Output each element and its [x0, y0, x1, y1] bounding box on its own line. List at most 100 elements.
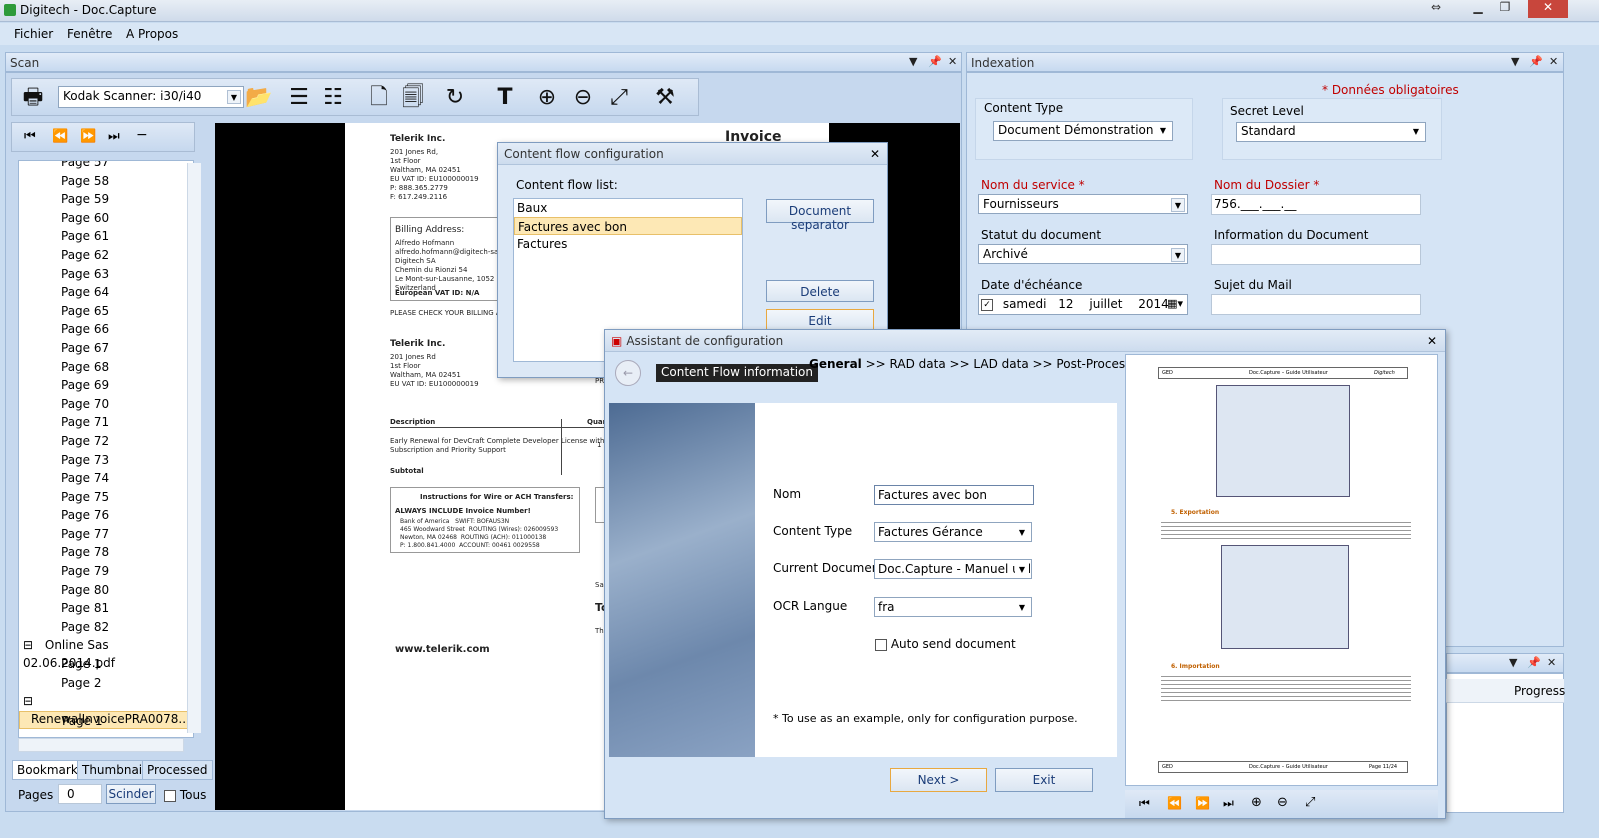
edit-button[interactable]: Edit — [766, 309, 874, 331]
tree-page[interactable]: Page 71 — [19, 413, 193, 432]
remove-icon[interactable]: − — [136, 127, 148, 143]
split-button[interactable]: Scinder — [106, 784, 156, 804]
rotate-icon[interactable]: ↻ — [440, 83, 470, 113]
fit-screen-icon[interactable]: ⤢ — [604, 83, 634, 113]
dropdown-icon[interactable]: ▼ — [1509, 656, 1517, 669]
close-button[interactable]: ✕ — [1528, 0, 1568, 18]
tree-page[interactable]: Page 57 — [19, 161, 193, 172]
flow-list-item-selected[interactable]: Factures avec bon — [514, 217, 742, 235]
all-checkbox[interactable]: Tous — [164, 788, 206, 802]
fit-screen-icon[interactable]: ⤢ — [1305, 795, 1315, 810]
tree-page[interactable]: Page 74 — [19, 469, 193, 488]
exit-button[interactable]: Exit — [995, 768, 1093, 792]
flow-list-item[interactable]: Baux — [514, 199, 742, 217]
auto-send-checkbox[interactable]: Auto send document — [875, 637, 1016, 651]
progress-column-header[interactable]: Progress — [1446, 679, 1565, 703]
tree-page[interactable]: Page 79 — [19, 562, 193, 581]
tree-group-online[interactable]: ⊟ Online Sas 02.06.2014.pdf — [19, 636, 193, 670]
last-page-icon[interactable]: ⏭ — [1223, 796, 1234, 811]
service-select[interactable]: Fournisseurs ▼ — [978, 194, 1188, 214]
nom-input[interactable]: Factures avec bon — [874, 485, 1034, 505]
first-page-icon[interactable]: ⏮ — [24, 129, 36, 144]
vertical-scrollbar[interactable] — [187, 163, 201, 733]
cd-select[interactable]: Doc.Capture - Manuel utilis ▼ — [874, 559, 1032, 579]
tree-page[interactable]: Page 80 — [19, 581, 193, 600]
date-picker[interactable]: ✓ samedi 12 juillet 2014 ▦▾ — [978, 294, 1188, 315]
document-separator-button[interactable]: Document separator — [766, 199, 874, 232]
zoom-out-icon[interactable]: ⊖ — [1277, 795, 1288, 810]
pages-spinner[interactable]: 0 — [58, 784, 102, 804]
maximize-button[interactable]: ❐ — [1492, 0, 1518, 18]
secret-level-select[interactable]: Standard ▼ — [1236, 122, 1426, 142]
tree-group-renewal[interactable]: ⊟ RenewalInvoicePRA0078... — [19, 692, 193, 726]
tree-page[interactable]: Page 68 — [19, 358, 193, 377]
flow-list-item[interactable]: Factures — [514, 235, 742, 253]
scanner-select[interactable]: Kodak Scanner: i30/i40 ▼ — [58, 86, 244, 108]
pin-icon[interactable]: 📌 — [1527, 656, 1541, 669]
tree-page[interactable]: Page 66 — [19, 320, 193, 339]
tab-processed[interactable]: Processed — [142, 760, 213, 780]
delete-button[interactable]: Delete — [766, 280, 874, 302]
first-page-icon[interactable]: ⏮ — [1139, 796, 1150, 811]
mail-input[interactable] — [1211, 294, 1421, 315]
next-page-icon[interactable]: ⏩ — [80, 129, 96, 144]
menu-fenetre[interactable]: Fenêtre — [67, 27, 112, 41]
dropdown-icon[interactable]: ▼ — [1511, 55, 1519, 68]
tree-page[interactable]: Page 62 — [19, 246, 193, 265]
dropdown-icon[interactable]: ▼ — [909, 55, 917, 68]
tree-page[interactable]: Page 63 — [19, 265, 193, 284]
tree-page[interactable]: Page 78 — [19, 543, 193, 562]
tree-page[interactable]: Page 82 — [19, 618, 193, 637]
last-page-icon[interactable]: ⏭ — [108, 129, 120, 144]
list-icon[interactable]: ☰ — [284, 83, 314, 113]
dossier-input[interactable]: 756.___.___.__ — [1211, 194, 1421, 215]
tree-page[interactable]: Page 64 — [19, 283, 193, 302]
close-icon[interactable]: ✕ — [948, 55, 957, 68]
scanner-icon[interactable]: 🖶 — [18, 83, 48, 113]
open-folder-icon[interactable]: 📂 — [244, 83, 274, 113]
ct-select[interactable]: Factures Gérance ▼ — [874, 522, 1032, 542]
tree-page[interactable]: Page 76 — [19, 506, 193, 525]
statut-select[interactable]: Archivé ▼ — [978, 244, 1188, 264]
date-checkbox[interactable]: ✓ — [981, 298, 993, 311]
tree-page[interactable]: Page 60 — [19, 209, 193, 228]
close-icon[interactable]: ✕ — [1549, 55, 1558, 68]
tree-page[interactable]: Page 81 — [19, 599, 193, 618]
menu-a-propos[interactable]: A Propos — [126, 27, 178, 41]
calendar-icon[interactable]: ▦▾ — [1167, 297, 1183, 310]
tree-page[interactable]: Page 2 — [19, 674, 193, 693]
pin-icon[interactable]: 📌 — [1529, 55, 1543, 68]
zoom-in-icon[interactable]: ⊕ — [1251, 795, 1262, 810]
close-icon[interactable]: ✕ — [1547, 656, 1556, 669]
tree-page[interactable]: Page 61 — [19, 227, 193, 246]
page-import-icon[interactable]: 🗋 — [364, 83, 394, 113]
pin-icon[interactable]: 📌 — [928, 55, 942, 68]
tree-page[interactable]: Page 59 — [19, 190, 193, 209]
ocr-select[interactable]: fra ▼ — [874, 597, 1032, 617]
tree-page[interactable]: Page 69 — [19, 376, 193, 395]
list-settings-icon[interactable]: ☷ — [318, 83, 348, 113]
tree-page[interactable]: Page 72 — [19, 432, 193, 451]
back-icon[interactable]: ← — [615, 360, 641, 386]
tree-page[interactable]: Page 77 — [19, 525, 193, 544]
tree-page[interactable]: Page 70 — [19, 395, 193, 414]
previous-page-icon[interactable]: ⏪ — [52, 129, 68, 144]
info-input[interactable] — [1211, 244, 1421, 265]
next-page-icon[interactable]: ⏩ — [1195, 796, 1210, 810]
dialog-close-icon[interactable]: ✕ — [870, 147, 880, 161]
tree-page[interactable]: Page 75 — [19, 488, 193, 507]
pages-import-icon[interactable]: 🗐 — [398, 83, 428, 113]
horizontal-scrollbar[interactable] — [18, 738, 184, 752]
content-type-select[interactable]: Document Démonstration ▼ — [993, 121, 1173, 141]
zoom-out-icon[interactable]: ⊖ — [568, 83, 598, 113]
menu-fichier[interactable]: Fichier — [14, 27, 53, 41]
tree-page[interactable]: Page 73 — [19, 451, 193, 470]
dialog-close-icon[interactable]: ✕ — [1427, 334, 1437, 348]
tree-page[interactable]: Page 58 — [19, 172, 193, 191]
previous-page-icon[interactable]: ⏪ — [1167, 796, 1182, 810]
minimize-button[interactable]: ▁ — [1465, 0, 1491, 18]
text-ocr-icon[interactable]: T — [490, 83, 520, 113]
zoom-in-icon[interactable]: ⊕ — [532, 83, 562, 113]
next-button[interactable]: Next > — [890, 768, 987, 792]
tree-page[interactable]: Page 67 — [19, 339, 193, 358]
